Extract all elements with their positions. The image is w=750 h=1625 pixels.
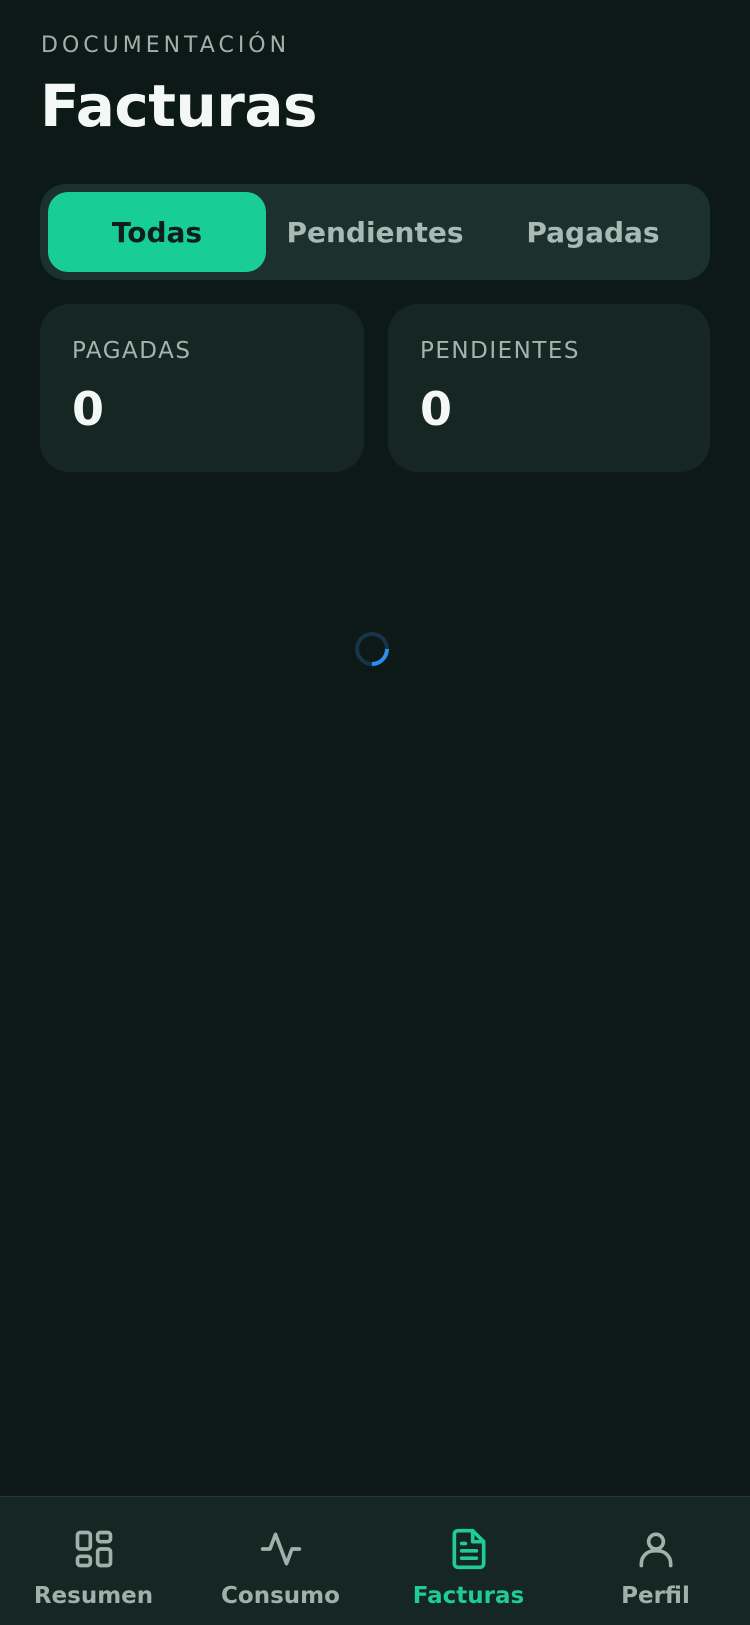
grid-icon: [75, 1530, 112, 1568]
pending-stat-card: PENDIENTES 0: [388, 304, 710, 472]
tab-pagadas[interactable]: Pagadas: [484, 192, 702, 272]
page-title: Facturas: [40, 72, 318, 140]
filter-segmented-control: Todas Pendientes Pagadas: [40, 184, 710, 280]
section-eyebrow: DOCUMENTACIÓN: [41, 33, 291, 58]
pending-stat-label: PENDIENTES: [420, 338, 581, 364]
user-icon: [639, 1532, 672, 1568]
paid-stat-label: PAGADAS: [72, 338, 192, 364]
activity-icon: [260, 1532, 301, 1566]
nav-label-consumo: Consumo: [221, 1583, 340, 1609]
nav-item-facturas[interactable]: Facturas: [375, 1497, 562, 1625]
loading-spinner-icon: [347, 624, 397, 674]
nav-label-perfil: Perfil: [621, 1583, 690, 1609]
bottom-navigation: Resumen Consumo Facturas Perfil: [0, 1496, 750, 1625]
tab-pendientes[interactable]: Pendientes: [266, 192, 484, 272]
tab-todas[interactable]: Todas: [48, 192, 266, 272]
document-icon: [452, 1528, 485, 1570]
paid-stat-card: PAGADAS 0: [40, 304, 364, 472]
pending-stat-value: 0: [420, 382, 453, 436]
nav-label-resumen: Resumen: [33, 1583, 154, 1609]
nav-label-facturas: Facturas: [412, 1583, 525, 1609]
nav-item-perfil[interactable]: Perfil: [562, 1497, 749, 1625]
nav-item-resumen[interactable]: Resumen: [0, 1497, 187, 1625]
nav-item-consumo[interactable]: Consumo: [187, 1497, 374, 1625]
paid-stat-value: 0: [72, 382, 105, 436]
